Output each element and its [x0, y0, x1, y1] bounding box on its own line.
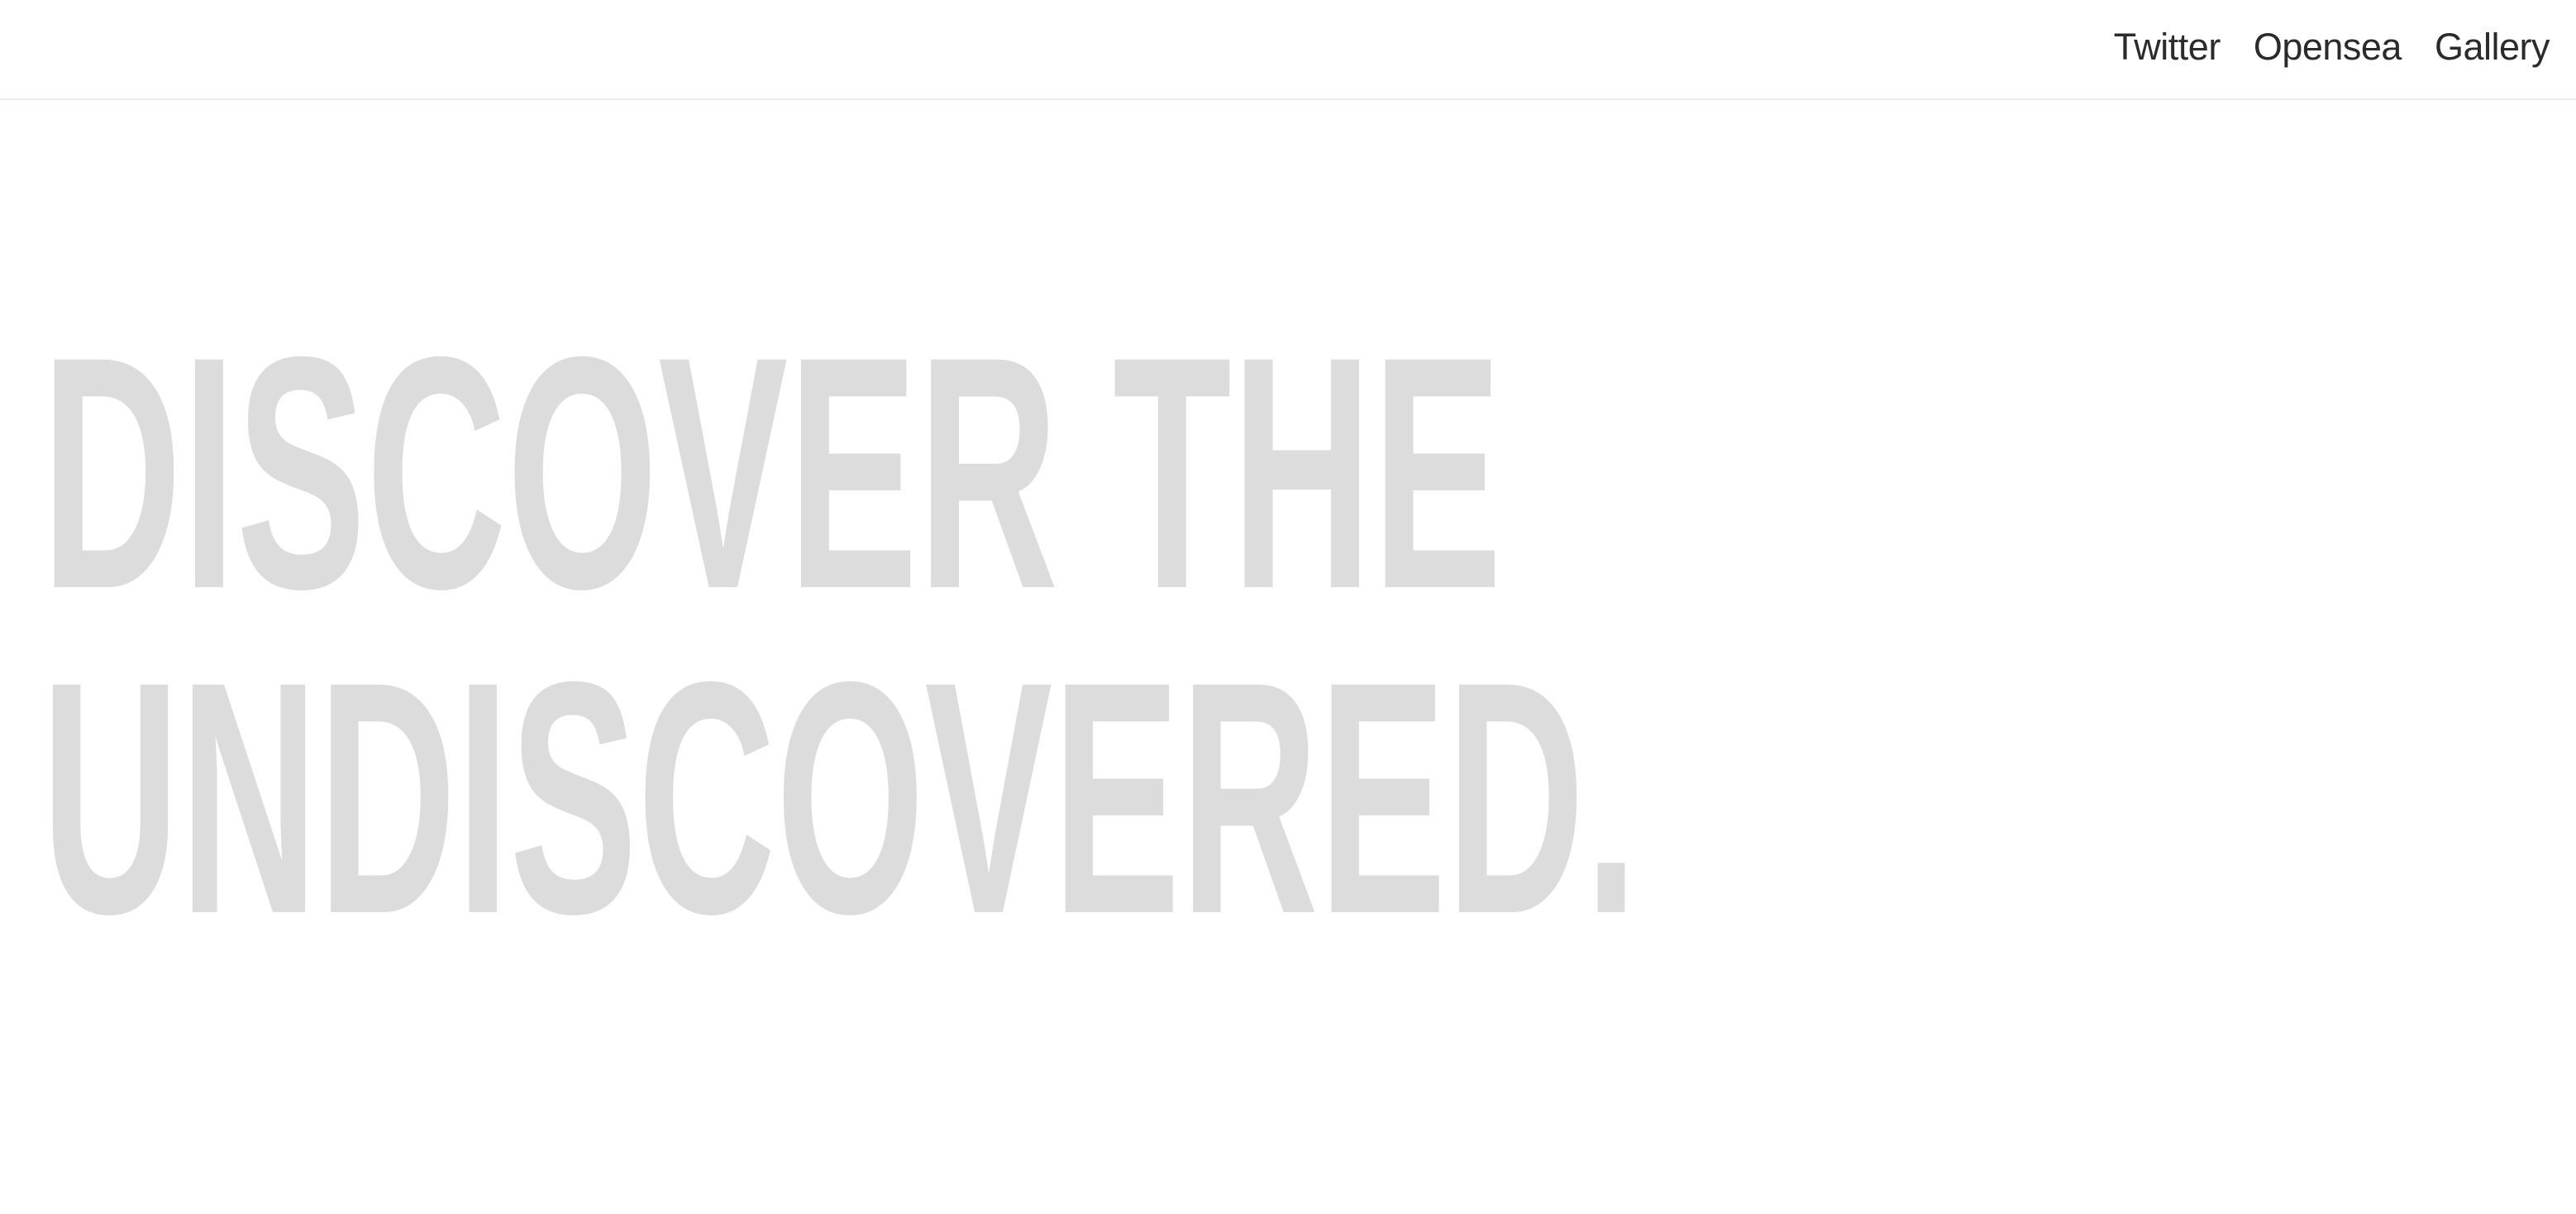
hero-line-1: DISCOVER THE: [41, 288, 1502, 657]
opensea-link[interactable]: Opensea: [2254, 25, 2402, 69]
hero-line-2: UNDISCOVERED.: [41, 613, 1638, 982]
twitter-link[interactable]: Twitter: [2114, 25, 2221, 69]
main-nav: Twitter Opensea Gallery: [2114, 25, 2550, 69]
gallery-link[interactable]: Gallery: [2435, 25, 2550, 69]
hero-heading-svg: DISCOVER THE UNDISCOVERED.: [41, 288, 1638, 982]
hero-heading: DISCOVER THE UNDISCOVERED.: [41, 288, 1695, 982]
top-bar: Twitter Opensea Gallery: [0, 0, 2576, 100]
